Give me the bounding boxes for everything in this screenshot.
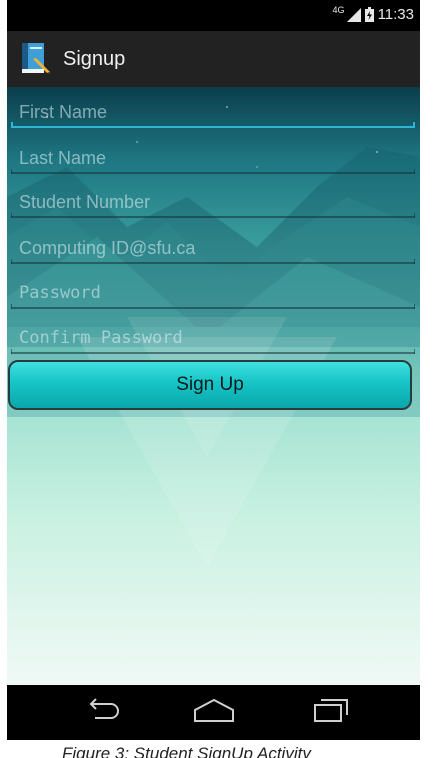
student-number-underline	[11, 213, 415, 218]
confirm-password-hint: Confirm Password	[19, 328, 183, 348]
signup-button[interactable]: Sign Up	[8, 360, 412, 410]
computing-id-underline	[11, 259, 415, 264]
password-hint: Password	[19, 283, 101, 303]
app-icon[interactable]	[19, 41, 53, 75]
student-number-field[interactable]: Student Number	[11, 180, 415, 218]
recents-button[interactable]	[309, 697, 353, 727]
caption-text: Figure 3: Student SignUp Activity	[62, 744, 311, 758]
network-type: 4G	[332, 4, 345, 15]
signup-form: First Name Last Name Student Number Comp…	[7, 87, 420, 685]
status-time: 11:33	[377, 6, 414, 23]
figure-caption: Figure 3: Student SignUp Activity	[0, 742, 434, 758]
last-name-underline	[11, 169, 415, 174]
status-bar: 4G 11:33	[7, 0, 420, 31]
app-title: Signup	[63, 48, 126, 70]
back-button[interactable]	[81, 697, 125, 727]
password-field[interactable]: Password	[11, 271, 415, 309]
navigation-bar	[7, 685, 420, 740]
first-name-underline	[11, 122, 415, 128]
confirm-password-field[interactable]: Confirm Password	[11, 316, 415, 354]
student-number-hint: Student Number	[19, 192, 151, 212]
battery-icon	[364, 7, 374, 22]
last-name-field[interactable]: Last Name	[11, 136, 415, 174]
computing-id-hint: Computing ID@sfu.ca	[19, 238, 196, 258]
phone-screen: 4G 11:33 Signup First Name Last Name Stu…	[7, 0, 420, 740]
back-icon	[83, 697, 123, 728]
first-name-hint: First Name	[19, 102, 108, 122]
last-name-hint: Last Name	[19, 148, 107, 168]
confirm-password-underline	[11, 349, 415, 354]
signal-icon	[346, 7, 361, 22]
action-bar: Signup	[7, 31, 420, 87]
password-underline	[11, 304, 415, 309]
computing-id-field[interactable]: Computing ID@sfu.ca	[11, 226, 415, 264]
home-icon	[192, 697, 236, 728]
recents-icon	[311, 697, 351, 728]
home-button[interactable]	[192, 697, 236, 727]
first-name-field[interactable]: First Name	[11, 90, 415, 128]
